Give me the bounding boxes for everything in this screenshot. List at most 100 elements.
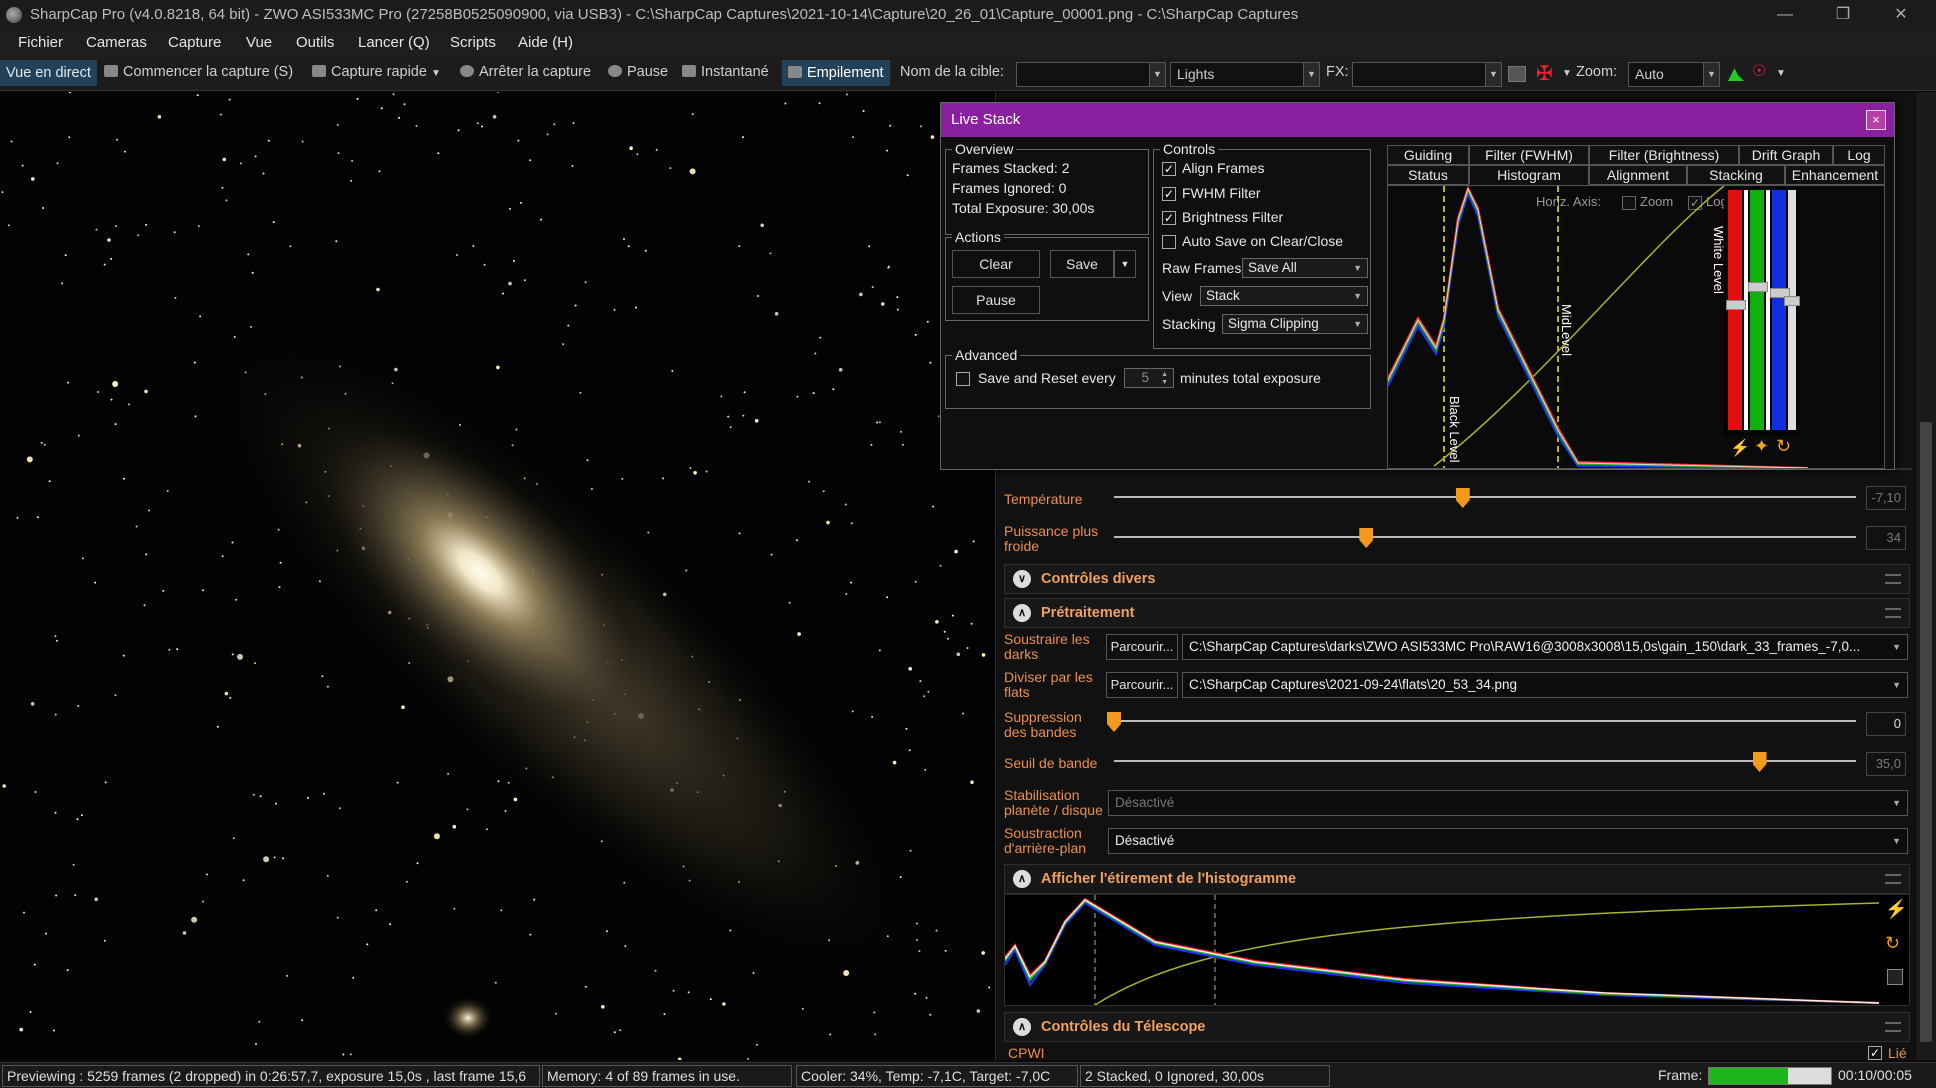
band-threshold-slider[interactable] [1114, 760, 1856, 762]
menu-cameras[interactable]: Cameras [86, 34, 147, 51]
chevron-down-icon[interactable]: ▼ [1776, 68, 1786, 79]
live-stack-histogram[interactable]: Horiz. Axis: Zoom ✓ Log ⚡ Black Level Mi… [1387, 185, 1885, 469]
fx-select[interactable]: ▼ [1352, 62, 1502, 87]
star [635, 306, 638, 309]
brightness-filter-checkbox[interactable]: ✓ [1162, 211, 1176, 225]
sparkle-icon[interactable]: ✦ [1754, 436, 1769, 457]
frame-type-select[interactable]: Lights ▼ [1170, 62, 1320, 87]
tab-alignment[interactable]: Alignment [1589, 165, 1687, 185]
histogram-stretch-section[interactable]: ∧ Afficher l'étirement de l'histogramme [1004, 864, 1910, 894]
save-reset-checkbox[interactable] [956, 372, 970, 386]
close-live-stack-button[interactable]: × [1866, 110, 1886, 130]
auto-stretch-icon[interactable]: ⚡ [1885, 899, 1907, 920]
advanced-title: Advanced [952, 347, 1021, 363]
star [901, 443, 904, 446]
stacking-button[interactable]: Empilement [782, 60, 890, 86]
menu-launch[interactable]: Lancer (Q) [358, 34, 430, 51]
stepper-arrows-icon[interactable]: ▲ ▼ [1161, 371, 1168, 387]
star [26, 456, 33, 463]
star [148, 509, 151, 512]
channel-level-sliders[interactable] [1724, 186, 1800, 436]
zoom-select[interactable]: Auto ▼ [1628, 62, 1720, 87]
star [103, 939, 106, 942]
star [1, 191, 4, 194]
flats-path-select[interactable]: C:\SharpCap Captures\2021-09-24\flats\20… [1182, 672, 1908, 698]
menu-icon[interactable] [1885, 874, 1901, 884]
start-capture-button[interactable]: Commencer la capture (S) [104, 64, 293, 80]
cooler-power-slider[interactable] [1114, 536, 1856, 538]
menu-icon[interactable] [1885, 574, 1901, 584]
close-button[interactable]: ✕ [1872, 0, 1930, 30]
lum-level-handle[interactable] [1784, 296, 1800, 306]
reticle-icon[interactable]: ✠ [1536, 61, 1553, 86]
auto-stretch-icon[interactable]: ⚡ [1730, 438, 1750, 458]
fx-settings-icon[interactable] [1508, 66, 1526, 82]
star [939, 564, 942, 567]
live-view-button[interactable]: Vue en direct [0, 60, 97, 86]
histogram-stretch-chart[interactable]: ⚡ ↻ [1004, 894, 1910, 1006]
save-reset-minutes-stepper[interactable]: 5 ▲ ▼ [1124, 368, 1174, 388]
menu-file[interactable]: Fichier [18, 34, 63, 51]
tab-drift-graph[interactable]: Drift Graph [1739, 145, 1833, 165]
align-frames-checkbox[interactable]: ✓ [1162, 162, 1176, 176]
restore-button[interactable]: ❐ [1814, 0, 1872, 30]
target-name-input[interactable]: ▼ [1016, 62, 1166, 87]
star [145, 223, 148, 226]
histogram-icon[interactable] [1728, 68, 1744, 81]
temperature-slider[interactable] [1114, 496, 1856, 498]
tab-filter-fwhm[interactable]: Filter (FWHM) [1469, 145, 1589, 165]
menu-help[interactable]: Aide (H) [518, 34, 573, 51]
darks-path-select[interactable]: C:\SharpCap Captures\darks\ZWO ASI533MC … [1182, 634, 1908, 660]
raw-frames-select[interactable]: Save All ▼ [1242, 258, 1368, 278]
stabilisation-select[interactable]: Désactivé ▼ [1108, 790, 1908, 816]
banding-suppression-slider[interactable] [1114, 720, 1856, 722]
menu-capture[interactable]: Capture [168, 34, 221, 51]
star [247, 253, 250, 256]
chevron-down-icon[interactable]: ▼ [1562, 68, 1572, 79]
target-icon[interactable]: ☉ [1752, 61, 1766, 81]
green-level-handle[interactable] [1748, 282, 1768, 292]
image-preview[interactable] [0, 92, 996, 1060]
auto-save-checkbox[interactable] [1162, 235, 1176, 249]
reset-icon[interactable]: ↻ [1776, 436, 1791, 457]
star [258, 1020, 261, 1023]
tab-histogram[interactable]: Histogram [1469, 165, 1589, 185]
banding-suppression-value[interactable]: 0 [1866, 712, 1906, 736]
save-button[interactable]: Save [1050, 250, 1114, 278]
quick-capture-button[interactable]: Capture rapide ▼ [312, 64, 441, 80]
menu-view[interactable]: Vue [246, 34, 272, 51]
misc-controls-section[interactable]: ∨ Contrôles divers [1004, 564, 1910, 594]
panel-scrollbar[interactable] [1916, 92, 1936, 1060]
minimize-button[interactable]: — [1756, 0, 1814, 30]
menu-scripts[interactable]: Scripts [450, 34, 496, 51]
menu-tools[interactable]: Outils [296, 34, 334, 51]
tab-enhancement[interactable]: Enhancement [1785, 165, 1885, 185]
menu-icon[interactable] [1885, 1022, 1901, 1032]
save-icon[interactable] [1887, 969, 1903, 985]
snapshot-button[interactable]: Instantané [682, 64, 769, 80]
red-level-handle[interactable] [1726, 300, 1746, 310]
preprocessing-section[interactable]: ∧ Prétraitement [1004, 598, 1910, 628]
telescope-controls-section[interactable]: ∧ Contrôles du Télescope [1004, 1012, 1910, 1042]
fwhm-filter-checkbox[interactable]: ✓ [1162, 187, 1176, 201]
stop-capture-button[interactable]: Arrêter la capture [460, 64, 591, 80]
tab-log[interactable]: Log [1833, 145, 1885, 165]
linked-checkbox[interactable]: ✓ [1868, 1046, 1882, 1060]
view-select[interactable]: Stack ▼ [1200, 286, 1368, 306]
save-options-chevron-icon[interactable]: ▼ [1114, 250, 1136, 278]
tab-filter-brightness[interactable]: Filter (Brightness) [1589, 145, 1739, 165]
star [33, 963, 36, 966]
menu-icon[interactable] [1885, 608, 1901, 618]
pause-button[interactable]: Pause [608, 64, 668, 80]
pause-stack-button[interactable]: Pause [952, 286, 1040, 314]
tab-status[interactable]: Status [1387, 165, 1469, 185]
star [74, 894, 77, 897]
browse-darks-button[interactable]: Parcourir... [1106, 634, 1178, 660]
reset-icon[interactable]: ↻ [1885, 933, 1900, 954]
tab-stacking[interactable]: Stacking [1687, 165, 1785, 185]
browse-flats-button[interactable]: Parcourir... [1106, 672, 1178, 698]
clear-button[interactable]: Clear [952, 250, 1040, 278]
background-subtraction-select[interactable]: Désactivé ▼ [1108, 828, 1908, 854]
tab-guiding[interactable]: Guiding [1387, 145, 1469, 165]
stacking-select[interactable]: Sigma Clipping ▼ [1222, 314, 1368, 334]
